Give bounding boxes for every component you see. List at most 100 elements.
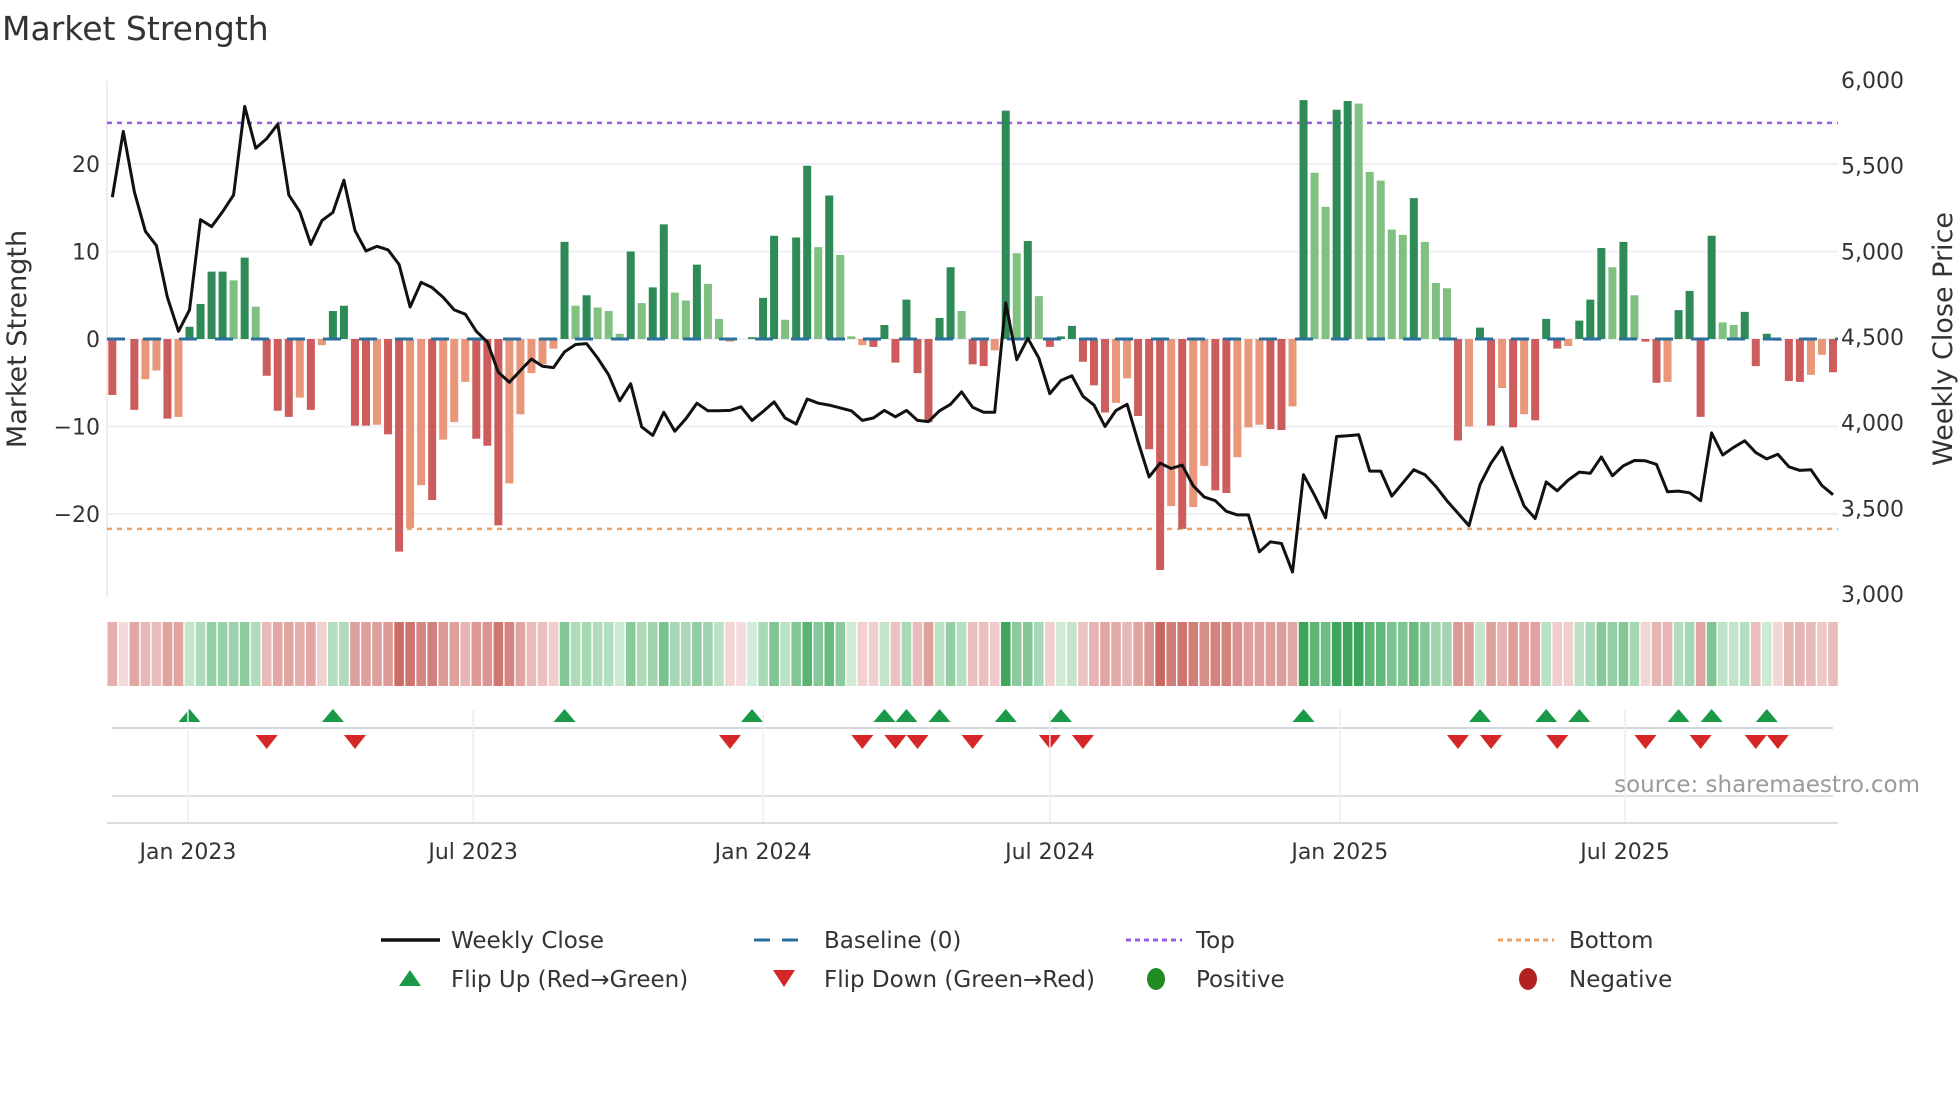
heat-cell	[736, 622, 746, 686]
heat-cell	[1784, 622, 1794, 686]
right-axis-ticks: 6,000 5,500 5,000 4,500 4,000 3,500 3,000	[1841, 69, 1904, 608]
negative-bar	[262, 339, 271, 376]
heat-cell	[1254, 622, 1265, 686]
heat-cell	[1497, 622, 1507, 686]
negative-bar	[1641, 339, 1650, 342]
heat-cell	[791, 622, 801, 686]
heat-cell	[1640, 622, 1651, 686]
heat-cell	[228, 622, 239, 686]
positive-bar	[604, 311, 613, 339]
heat-cell	[394, 622, 404, 686]
heat-cell	[747, 622, 757, 686]
heat-cell	[912, 622, 923, 686]
heat-cell	[956, 622, 967, 686]
heat-cell	[1728, 622, 1739, 686]
positive-bar	[637, 303, 646, 339]
negative-bar	[1200, 339, 1209, 466]
heat-cell	[1320, 622, 1331, 686]
flip-up-marker	[1700, 709, 1723, 722]
y2-tick-label: 3,000	[1841, 583, 1904, 608]
positive-bar	[1376, 180, 1385, 339]
heat-cell	[1243, 622, 1254, 686]
heat-cell	[681, 622, 691, 686]
flip-up-marker	[321, 709, 344, 722]
negative-bar	[350, 339, 359, 426]
heat-cell	[493, 622, 504, 686]
negative-bar	[1266, 339, 1275, 430]
positive-bar	[626, 251, 635, 339]
positive-bar	[229, 280, 238, 339]
negative-bar	[979, 339, 988, 367]
negative-bar	[1817, 339, 1826, 355]
positive-bar	[1608, 267, 1617, 339]
heat-cell	[416, 622, 426, 686]
heat-cell	[846, 622, 857, 686]
heat-cell	[1651, 622, 1662, 686]
heat-cell	[802, 622, 812, 686]
positive-bar	[1299, 100, 1308, 339]
positive-bar	[1343, 101, 1352, 339]
heat-cell	[1431, 622, 1441, 686]
heat-cell	[1199, 622, 1210, 686]
negative-bar	[1134, 339, 1143, 416]
heat-cell	[162, 622, 173, 686]
positive-bar	[328, 311, 337, 339]
legend-label: Weekly Close	[451, 928, 604, 954]
y2-tick-label: 4,500	[1841, 326, 1904, 351]
negative-bar	[538, 339, 547, 365]
negative-bar	[1178, 339, 1187, 529]
heat-cell	[989, 622, 1000, 686]
heat-cell	[1585, 622, 1596, 686]
heat-cell	[129, 622, 140, 686]
positive-bar	[1332, 109, 1341, 339]
heat-cell	[1486, 622, 1496, 686]
heat-cell	[636, 622, 647, 686]
heat-cell	[1442, 622, 1452, 686]
positive-bar	[902, 299, 911, 339]
negative-bar	[1828, 339, 1837, 373]
heat-cell	[1353, 622, 1364, 686]
negative-bar	[1806, 339, 1815, 375]
positive-bar	[935, 318, 944, 339]
negative-bar	[1112, 339, 1121, 403]
heat-cell	[217, 622, 228, 686]
positive-bar	[251, 306, 260, 339]
flip-down-marker	[1071, 735, 1094, 749]
positive-bar	[681, 300, 690, 339]
legend-label: Flip Up (Red→Green)	[451, 967, 688, 993]
heat-cell	[714, 622, 724, 686]
negative-bar	[891, 339, 900, 363]
flip-down-marker	[1546, 735, 1569, 749]
heat-cell	[824, 622, 835, 686]
heat-cell	[835, 622, 846, 686]
positive-bar	[207, 271, 216, 339]
heat-cell	[1750, 622, 1761, 686]
positive-bar	[814, 247, 823, 339]
y2-tick-label: 5,000	[1841, 240, 1904, 265]
positive-bar	[1630, 295, 1639, 339]
negative-bar	[284, 339, 293, 417]
heat-cell	[1563, 622, 1574, 686]
negative-bar	[428, 339, 437, 500]
heat-cell	[934, 622, 945, 686]
heat-cell	[449, 622, 460, 686]
negative-bar	[1487, 339, 1496, 426]
positive-bar	[1409, 198, 1418, 339]
negative-bar	[1078, 339, 1087, 362]
positive-bar	[1707, 235, 1716, 339]
negative-bar	[1795, 339, 1804, 382]
heat-cell	[1221, 622, 1232, 686]
heat-cell	[1342, 622, 1353, 686]
heat-cell	[868, 622, 879, 686]
positive-bar	[803, 165, 812, 339]
legend-label: Positive	[1196, 967, 1285, 993]
flip-down-marker	[255, 735, 278, 749]
legend-label: Flip Down (Green→Red)	[824, 967, 1095, 993]
chart-title: Market Strength	[2, 9, 269, 48]
positive-bar	[1067, 325, 1076, 339]
heat-cell	[1122, 622, 1132, 686]
heat-cell	[1078, 622, 1088, 686]
heat-cell	[813, 622, 824, 686]
positive-bar	[1420, 241, 1429, 339]
flip-up-marker	[1535, 709, 1558, 722]
